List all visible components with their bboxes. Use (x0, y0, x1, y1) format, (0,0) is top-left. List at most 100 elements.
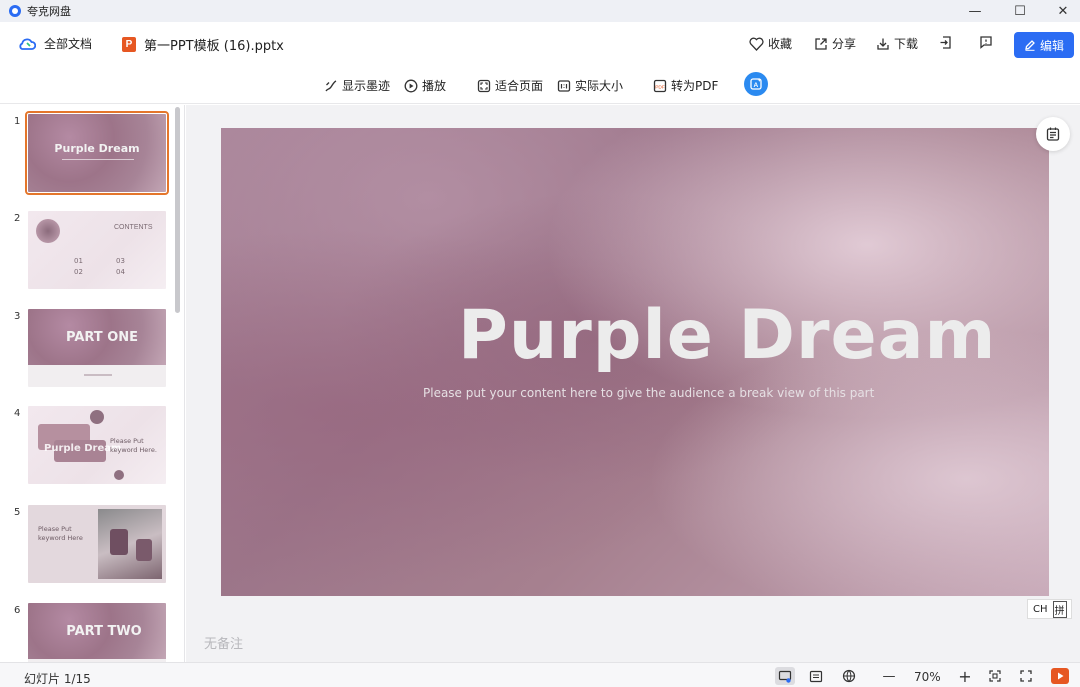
thumbnail-title: Purple Dream (54, 142, 140, 155)
zoom-in-button[interactable]: + (955, 666, 975, 686)
status-bar: 幻灯片 1/15 — 70% + (0, 662, 1080, 687)
edit-label: 编辑 (1039, 38, 1064, 53)
share-button[interactable]: 分享 (814, 35, 856, 52)
play-label: 播放 (422, 79, 447, 93)
thumbnail-number: 1 (14, 116, 21, 127)
download-icon (877, 38, 889, 50)
export-button[interactable] (939, 35, 957, 50)
thumbnail-caption-line (84, 374, 112, 376)
thumbnail-number: 3 (14, 311, 21, 322)
fit-window-button[interactable] (985, 667, 1005, 685)
globe-icon (842, 669, 856, 683)
show-ink-label: 显示墨迹 (342, 79, 391, 93)
zoom-level: 70% (914, 670, 941, 684)
thumbnail-circle-image (114, 470, 124, 480)
contents-item: 03 (116, 257, 125, 265)
ime-input: 拼 (1052, 600, 1067, 618)
slide-thumbnail-1[interactable]: Purple Dream (25, 111, 169, 195)
ime-indicator: CH 拼 (1027, 599, 1072, 619)
thumbnail-number: 4 (14, 408, 21, 419)
normal-view-button[interactable] (775, 667, 795, 685)
file-tab[interactable]: P 第一PPT模板 (16).pptx (122, 35, 284, 54)
contents-item: 04 (116, 268, 125, 276)
thumbnail-title: PART TWO (66, 624, 142, 639)
maximize-button[interactable]: ☐ (997, 0, 1043, 22)
thumbnail-side-text: Please Put keyword Here. (110, 437, 157, 454)
download-label: 下载 (894, 37, 919, 51)
document-toolbar: 全部文档 P 第一PPT模板 (16).pptx 收藏 分享 下载 编辑 (0, 22, 1080, 66)
zoom-out-icon: — (882, 668, 896, 684)
all-documents-label: 全部文档 (44, 37, 93, 51)
thumbnail-scrollbar[interactable] (175, 107, 180, 313)
play-circle-icon (404, 79, 418, 92)
thumbnail-photo (98, 509, 162, 579)
slideshow-play-button[interactable] (1051, 668, 1069, 684)
close-button[interactable]: ✕ (1040, 0, 1080, 22)
fullscreen-icon (1020, 670, 1032, 682)
thumbnail-number: 2 (14, 213, 21, 224)
favorite-label: 收藏 (768, 37, 793, 51)
slide-thumbnail-3[interactable]: PART ONE (28, 309, 166, 387)
slide-title: Purple Dream (458, 296, 997, 375)
svg-text:A: A (753, 82, 758, 89)
normal-view-icon (778, 670, 792, 683)
thumbnail-circle-image (90, 410, 104, 424)
zoom-in-icon: + (958, 666, 972, 686)
edit-button[interactable]: 编辑 (1014, 32, 1074, 58)
slide-canvas: Purple Dream Please put your content her… (186, 105, 1080, 662)
pencil-icon (1025, 40, 1035, 51)
convert-pdf-label: 转为PDF (671, 79, 719, 93)
svg-text:PDF: PDF (655, 84, 665, 90)
comment-button[interactable] (979, 35, 997, 49)
slide-thumbnail-6[interactable]: PART TWO (28, 603, 166, 662)
thumbnail-number: 5 (14, 507, 21, 518)
notes-icon (1046, 127, 1060, 141)
notes-view-icon (809, 670, 823, 682)
actual-size-button[interactable]: 实际大小 (557, 77, 623, 94)
slide-thumbnail-4[interactable]: Purple Dream Please Put keyword Here. (28, 406, 166, 484)
pdf-icon: PDF (653, 79, 667, 92)
favorite-button[interactable]: 收藏 (749, 35, 792, 52)
convert-pdf-button[interactable]: PDF 转为PDF (653, 77, 718, 94)
file-name: 第一PPT模板 (16).pptx (144, 39, 284, 54)
fit-page-button[interactable]: 适合页面 (477, 77, 543, 94)
heart-icon (749, 37, 764, 51)
view-toolbar: 显示墨迹 播放 适合页面 实际大小 PDF 转为PDF A (0, 66, 1080, 104)
thumbnail-side-text: Please Put keyword Here (38, 525, 83, 542)
all-documents-button[interactable]: 全部文档 (18, 35, 92, 52)
fullscreen-button[interactable] (1016, 667, 1036, 685)
slide-thumbnail-5[interactable]: Please Put keyword Here (28, 505, 166, 583)
slide-thumbnail-2[interactable]: CONTENTS 01 02 03 04 (28, 211, 166, 289)
zoom-out-button[interactable]: — (879, 667, 899, 685)
export-icon (940, 36, 951, 49)
app-title: 夸克网盘 (27, 5, 71, 18)
play-button[interactable]: 播放 (404, 77, 446, 94)
actual-size-icon (557, 79, 571, 92)
minimize-button[interactable]: — (952, 0, 998, 22)
cloud-icon (19, 38, 36, 50)
comment-icon (980, 36, 992, 49)
actual-size-label: 实际大小 (575, 79, 624, 93)
slide-counter: 幻灯片 1/15 (24, 672, 91, 686)
web-view-button[interactable] (839, 667, 859, 685)
fit-page-label: 适合页面 (495, 79, 544, 93)
notes-placeholder[interactable]: 无备注 (204, 633, 243, 652)
ai-assistant-button[interactable]: A (744, 72, 768, 96)
download-button[interactable]: 下载 (876, 35, 918, 52)
annotate-button[interactable] (1036, 117, 1070, 151)
notes-view-button[interactable] (806, 667, 826, 685)
ai-sparkle-icon: A (750, 78, 762, 90)
ink-icon (325, 79, 337, 91)
thumbnail-photo-cup (136, 539, 152, 561)
fit-page-icon (477, 79, 491, 92)
slide-thumbnail-panel: 1 Purple Dream 2 CONTENTS 01 02 03 04 3 … (0, 105, 185, 662)
show-ink-button[interactable]: 显示墨迹 (324, 77, 390, 94)
ime-mode: CH (1033, 603, 1048, 615)
thumbnail-circle-image (36, 219, 60, 243)
thumbnail-number: 6 (14, 605, 21, 616)
contents-item: 02 (74, 268, 83, 276)
share-label: 分享 (832, 37, 857, 51)
thumbnail-photo-cup (110, 529, 128, 555)
pptx-file-icon: P (122, 37, 136, 52)
share-icon (815, 37, 827, 50)
